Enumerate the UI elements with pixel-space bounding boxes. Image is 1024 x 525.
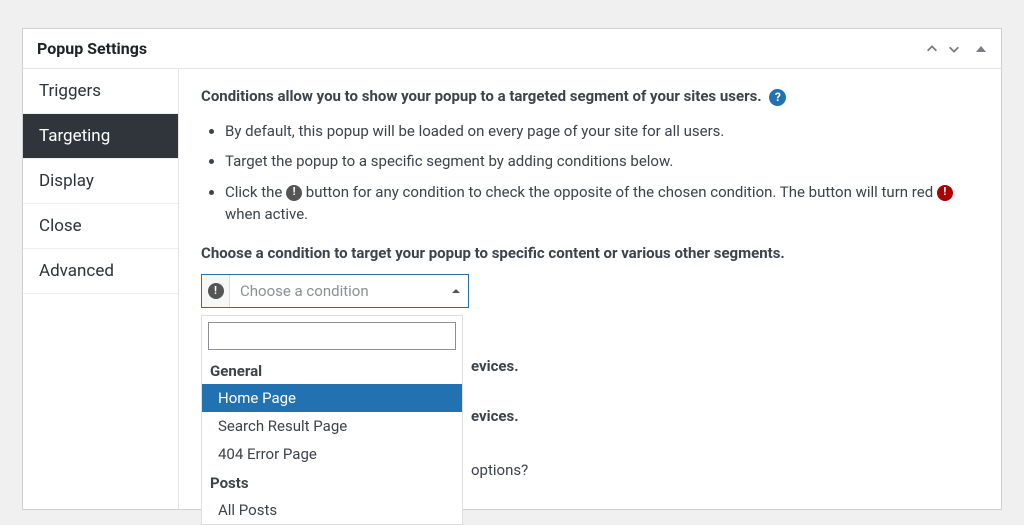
not-icon: ! [208,283,224,299]
dropdown-option-404-error-page[interactable]: 404 Error Page [202,440,462,468]
tab-advanced[interactable]: Advanced [23,249,178,294]
obscured-heading-fragment-2: evices. [471,407,519,425]
tab-content-targeting: Conditions allow you to show your popup … [179,69,1001,509]
info-bullets: By default, this popup will be loaded on… [225,120,979,226]
dropdown-search-input[interactable] [208,322,456,350]
intro-text: Conditions allow you to show your popup … [201,87,979,106]
tab-triggers[interactable]: Triggers [23,69,178,114]
obscured-heading-fragment-1: evices. [471,357,519,375]
bullet-item: By default, this popup will be loaded on… [225,120,979,143]
bullet-not-tail: when active. [225,205,308,223]
condition-dropdown: General Home Page Search Result Page 404… [201,315,463,525]
panel-header: Popup Settings [23,29,1001,69]
tab-close[interactable]: Close [23,204,178,249]
not-active-icon: ! [937,185,953,201]
settings-tabs: Triggers Targeting Display Close Advance… [23,69,179,509]
panel-controls [925,42,987,56]
bullet-not-prefix: Click the [225,183,286,201]
bullet-item-not: Click the ! button for any condition to … [225,181,979,226]
condition-select-row: ! Choose a condition General Home Page S… [201,274,979,308]
collapse-toggle-icon[interactable] [975,43,987,55]
not-condition-icon: ! [286,185,302,201]
condition-not-toggle[interactable]: ! [202,275,230,307]
dropdown-option-home-page[interactable]: Home Page [202,384,462,412]
dropdown-group-label: General [202,356,462,384]
intro-bold: Conditions allow you to show your popup … [201,87,762,105]
condition-select-placeholder: Choose a condition [230,275,444,307]
help-icon[interactable]: ? [769,89,786,106]
dropdown-option-search-result-page[interactable]: Search Result Page [202,412,462,440]
panel-body: Triggers Targeting Display Close Advance… [23,69,1001,509]
dropdown-option-all-posts[interactable]: All Posts [202,496,462,524]
move-down-icon[interactable] [947,42,961,56]
bullet-item: Target the popup to a specific segment b… [225,150,979,173]
dropdown-group-label: Posts [202,468,462,496]
obscured-text-fragment-3: options? [471,461,528,479]
choose-condition-heading: Choose a condition to target your popup … [201,244,979,262]
chevron-up-icon [444,275,468,307]
bullet-not-suffix: button for any condition to check the op… [302,183,937,201]
panel-order-controls [925,42,961,56]
tab-targeting[interactable]: Targeting [23,114,178,159]
move-up-icon[interactable] [925,42,939,56]
popup-settings-panel: Popup Settings Triggers Targeting Displa… [22,28,1002,510]
condition-select[interactable]: ! Choose a condition [201,274,469,308]
panel-title: Popup Settings [37,39,147,58]
tab-display[interactable]: Display [23,159,178,204]
dropdown-search-wrap [202,316,462,356]
